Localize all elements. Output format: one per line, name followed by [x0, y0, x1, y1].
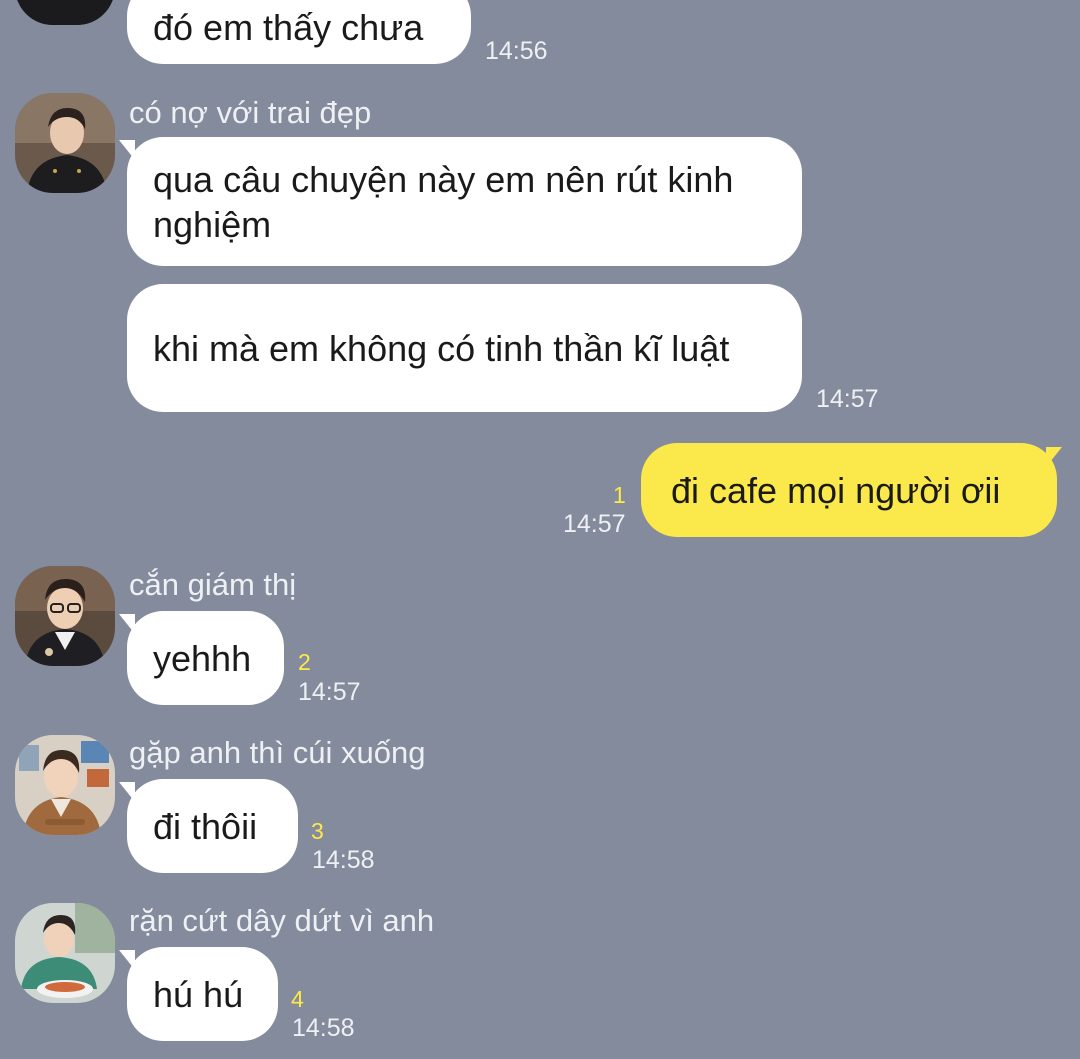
bubble-tail	[1046, 447, 1062, 467]
unread-count: 2	[298, 649, 311, 675]
message-text: yehhh	[153, 637, 252, 679]
message-bubble[interactable]: yehhh	[127, 611, 284, 705]
message-bubble[interactable]: đó em thấy chưa	[127, 0, 471, 64]
message-timestamp: 14:58	[312, 846, 375, 874]
message-timestamp: 14:57	[563, 510, 626, 538]
message-timestamp: 14:57	[816, 385, 879, 413]
chat-message-list[interactable]: đó em thấy chưa 14:56 có nợ với trai đẹp…	[0, 0, 1080, 1059]
avatar[interactable]	[15, 93, 115, 193]
unread-count: 1	[613, 482, 626, 508]
bubble-tail	[119, 782, 135, 802]
sender-name: rặn cứt dây dứt vì anh	[129, 903, 435, 938]
message-text: hú hú	[153, 973, 244, 1015]
bubble-tail	[119, 140, 135, 160]
avatar[interactable]	[15, 903, 115, 1003]
unread-count: 3	[311, 818, 324, 844]
avatar[interactable]	[15, 566, 115, 666]
message-text: đi thôii	[153, 805, 258, 847]
avatar-image	[15, 0, 115, 25]
avatar-image	[15, 903, 115, 1003]
message-text: qua câu chuyện này em nên rút kinh nghiệ…	[153, 158, 734, 245]
message-timestamp: 14:56	[485, 37, 548, 65]
message-bubble[interactable]: đi thôii	[127, 779, 298, 873]
sender-name: gặp anh thì cúi xuống	[129, 735, 426, 770]
avatar-image	[15, 566, 115, 666]
message-bubble[interactable]: khi mà em không có tinh thần kĩ luật	[127, 284, 802, 412]
sender-name: có nợ với trai đẹp	[129, 95, 372, 130]
message-text: khi mà em không có tinh thần kĩ luật	[153, 327, 730, 369]
bubble-tail	[119, 614, 135, 634]
message-text: đó em thấy chưa	[153, 6, 424, 48]
avatar-image	[15, 735, 115, 835]
avatar-image	[15, 93, 115, 193]
avatar[interactable]	[15, 0, 115, 25]
message-timestamp: 14:58	[292, 1014, 355, 1042]
sender-name: cắn giám thị	[129, 567, 297, 602]
message-bubble[interactable]: qua câu chuyện này em nên rút kinh nghiệ…	[127, 137, 802, 266]
avatar[interactable]	[15, 735, 115, 835]
message-bubble[interactable]: hú hú	[127, 947, 278, 1041]
unread-count: 4	[291, 986, 304, 1012]
message-bubble[interactable]: đi cafe mọi người ơii	[641, 443, 1057, 537]
message-timestamp: 14:57	[298, 678, 361, 706]
bubble-tail	[119, 950, 135, 970]
message-text: đi cafe mọi người ơii	[671, 469, 1001, 511]
